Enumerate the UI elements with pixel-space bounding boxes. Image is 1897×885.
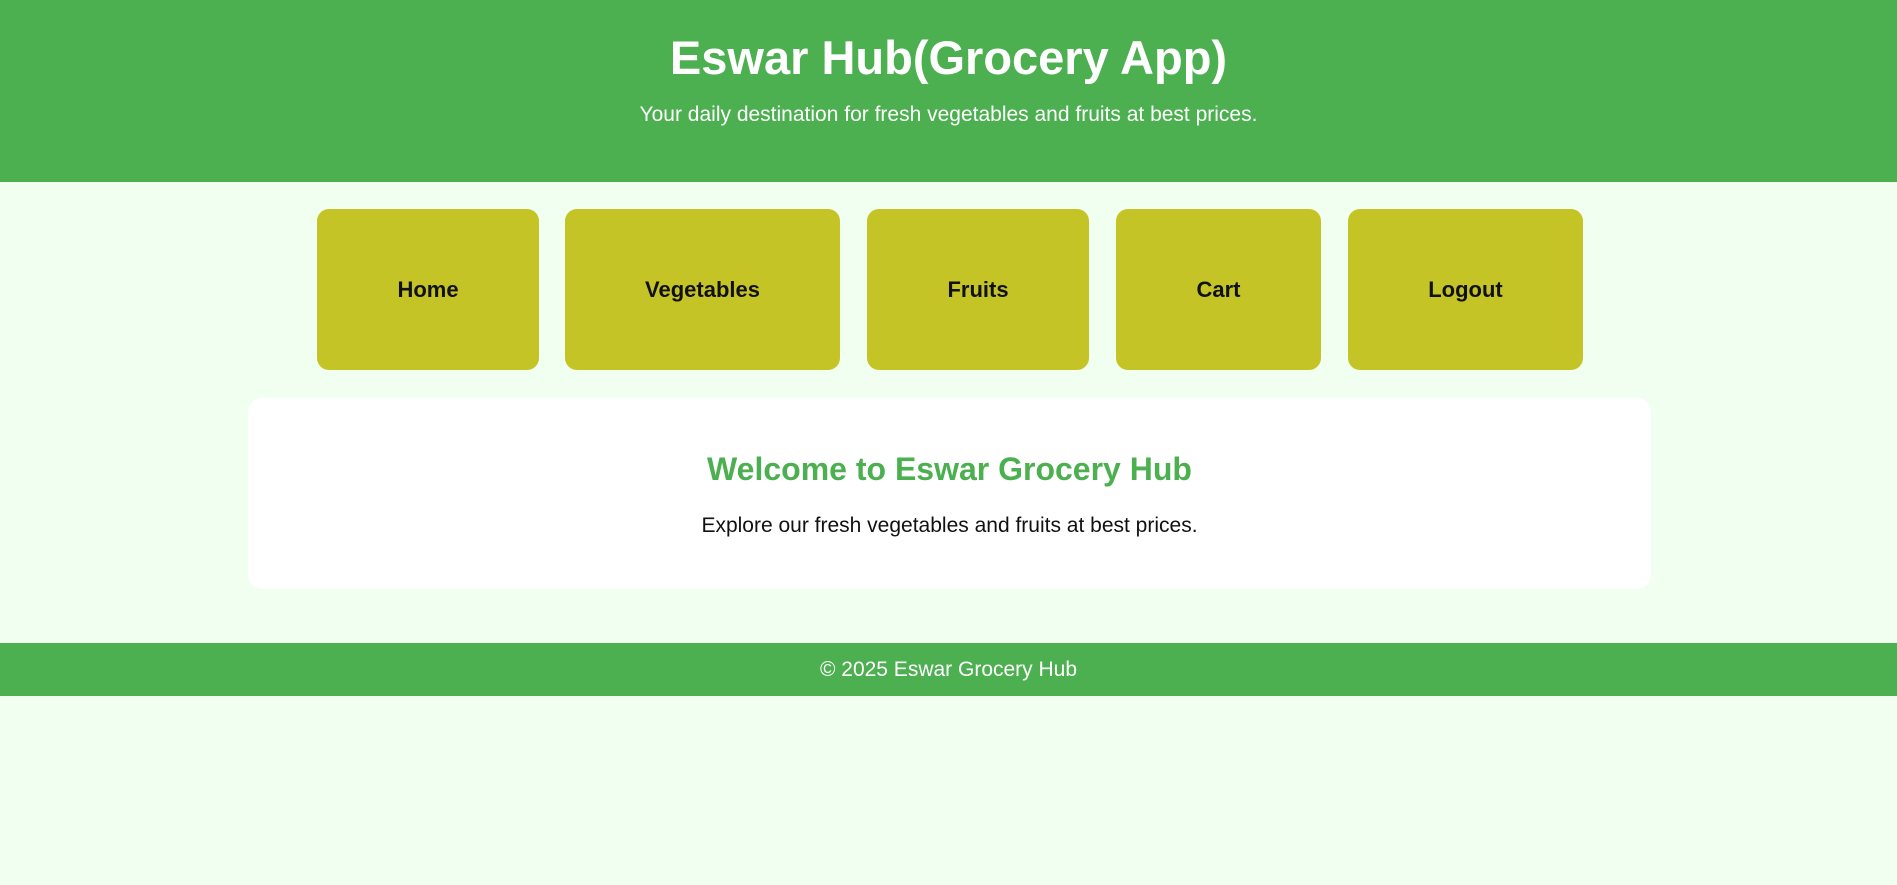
welcome-heading: Welcome to Eswar Grocery Hub <box>707 451 1192 487</box>
welcome-text: Explore our fresh vegetables and fruits … <box>701 514 1198 537</box>
site-header: Eswar Hub(Grocery App) Your daily destin… <box>0 0 1897 182</box>
welcome-card: Welcome to Eswar Grocery Hub Explore our… <box>248 398 1651 589</box>
main-nav: Home Vegetables Fruits Cart Logout <box>0 182 1897 398</box>
site-footer: © 2025 Eswar Grocery Hub <box>0 643 1897 696</box>
nav-home-button[interactable]: Home <box>317 209 539 370</box>
site-tagline: Your daily destination for fresh vegetab… <box>639 103 1258 126</box>
nav-fruits-button[interactable]: Fruits <box>867 209 1089 370</box>
nav-cart-button[interactable]: Cart <box>1116 209 1321 370</box>
site-title: Eswar Hub(Grocery App) <box>669 31 1228 84</box>
nav-logout-button[interactable]: Logout <box>1348 209 1583 370</box>
footer-copyright: © 2025 Eswar Grocery Hub <box>819 657 1078 681</box>
nav-vegetables-button[interactable]: Vegetables <box>565 209 840 370</box>
